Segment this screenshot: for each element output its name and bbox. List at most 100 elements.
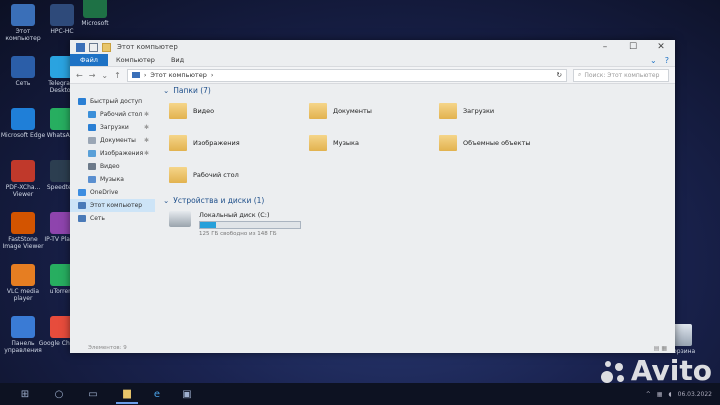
close-button[interactable]: ✕ (647, 42, 675, 52)
nav-item[interactable]: Рабочий стол ✱ (70, 108, 155, 121)
pin-icon[interactable]: ✱ (144, 124, 149, 131)
nav-item[interactable]: Этот компьютер (70, 199, 155, 212)
nav-item-label: Быстрый доступ (90, 98, 143, 105)
folder-label: Музыка (333, 139, 359, 147)
search-icon: ⌕ (578, 71, 582, 78)
folder-item[interactable]: Объемные объекты (439, 131, 569, 155)
folder-item[interactable]: Музыка (309, 131, 439, 155)
app-icon (11, 56, 35, 78)
app-icon (11, 108, 35, 130)
network-icon[interactable]: ▦ (657, 391, 663, 398)
nav-item-icon (88, 111, 96, 118)
folder-icon (439, 135, 457, 151)
nav-item-label: OneDrive (90, 189, 119, 196)
nav-item[interactable]: Загрузки ✱ (70, 121, 155, 134)
breadcrumb[interactable]: Этот компьютер (150, 71, 206, 79)
computer-icon (131, 72, 140, 78)
nav-item-label: Загрузки (100, 124, 129, 131)
store-icon[interactable]: ▣ (176, 385, 198, 403)
ribbon-tabs: Файл Компьютер Вид ⌄ ? (70, 54, 675, 66)
minimize-button[interactable]: – (591, 42, 619, 52)
folder-icon (169, 135, 187, 151)
folder-label: Объемные объекты (463, 139, 531, 147)
drive-free-text: 125 ГБ свободно из 148 ГБ (199, 231, 277, 237)
recent-chevron-icon[interactable]: ⌄ (101, 71, 108, 80)
system-tray: ^ ▦ ◖ 06.03.2022 (646, 391, 720, 398)
forward-arrow-icon[interactable]: → (89, 71, 96, 80)
hard-drive-icon (169, 211, 191, 227)
nav-item-label: Рабочий стол (100, 111, 143, 118)
folder-item[interactable]: Видео (169, 99, 309, 123)
pin-icon[interactable]: ✱ (144, 111, 149, 118)
start-windows-icon[interactable]: ⊞ (14, 385, 36, 403)
nav-item[interactable]: Музыка (70, 173, 155, 186)
computer-icon[interactable] (76, 42, 85, 52)
properties-icon[interactable] (89, 42, 98, 52)
drive-usage-bar (199, 221, 301, 229)
maximize-button[interactable]: ☐ (619, 42, 647, 52)
drive-c[interactable]: Локальный диск (C:) 125 ГБ свободно из 1… (163, 211, 675, 237)
address-field[interactable]: › Этот компьютер › ↻ (126, 68, 567, 82)
app-icon (83, 0, 107, 18)
trash-icon (672, 324, 692, 346)
nav-item-icon (78, 189, 86, 196)
nav-item[interactable]: Быстрый доступ (70, 95, 155, 108)
folders-section-header[interactable]: ⌄ Папки (7) (163, 83, 675, 97)
drive-usage-fill (200, 222, 216, 228)
tab-view[interactable]: Вид (163, 54, 192, 66)
tray-arrow-icon[interactable]: ^ (646, 391, 651, 398)
search-icon[interactable]: ○ (48, 385, 70, 403)
window-controls: – ☐ ✕ (591, 42, 675, 52)
folders-grid: Видео Документы Загрузки Изображения Музыка О… (163, 99, 675, 187)
nav-item[interactable]: Документы ✱ (70, 134, 155, 147)
folder-item[interactable]: Загрузки (439, 99, 569, 123)
nav-item[interactable]: Сеть (70, 212, 155, 225)
chevron-down-icon[interactable]: ⌄ (650, 56, 657, 65)
folder-label: Документы (333, 107, 372, 115)
explorer-window: Этот компьютер – ☐ ✕ Файл Компьютер Вид … (70, 40, 675, 353)
folder-label: Загрузки (463, 107, 495, 115)
task-view-icon[interactable]: ▭ (82, 385, 104, 403)
view-toggle-icons[interactable]: ▤ ▦ (654, 345, 667, 352)
content-pane: ⌄ Папки (7) Видео Документы Загрузки Изобра… (155, 83, 675, 343)
nav-item-icon (88, 137, 96, 144)
folder-item[interactable]: Рабочий стол (169, 163, 309, 187)
tray-date[interactable]: 06.03.2022 (678, 391, 712, 398)
desktop-shortcut[interactable]: Microsoft (70, 0, 120, 27)
breadcrumb-chevron-icon[interactable]: › (211, 71, 214, 79)
folder-icon (309, 135, 327, 151)
folders-header-label: Папки (7) (173, 85, 211, 95)
avito-watermark-logo: Avito (599, 354, 712, 387)
edge-icon[interactable]: e (146, 385, 168, 403)
desktop-shortcut-label: Microsoft (81, 20, 109, 27)
folder-icon (439, 103, 457, 119)
pin-icon[interactable]: ✱ (144, 150, 149, 157)
navigation-pane: Быстрый доступ Рабочий стол ✱ Загрузки ✱ Доку… (70, 83, 155, 343)
file-explorer-icon[interactable]: ▆ (116, 384, 138, 404)
tab-file[interactable]: Файл (70, 54, 108, 66)
app-icon (11, 4, 35, 26)
up-arrow-icon[interactable]: ↑ (114, 71, 121, 80)
nav-item[interactable]: OneDrive (70, 186, 155, 199)
devices-section-header[interactable]: ⌄ Устройства и диски (1) (163, 193, 675, 207)
title-bar: Этот компьютер – ☐ ✕ (70, 40, 675, 54)
nav-item-label: Этот компьютер (90, 202, 143, 209)
search-input[interactable]: ⌕ Поиск: Этот компьютер (573, 68, 669, 82)
folder-item[interactable]: Изображения (169, 131, 309, 155)
avito-text: Avito (630, 354, 712, 387)
nav-item-icon (88, 176, 96, 183)
help-icon[interactable]: ? (665, 56, 669, 65)
nav-item[interactable]: Изображения ✱ (70, 147, 155, 160)
refresh-icon[interactable]: ↻ (557, 71, 566, 79)
chevron-down-icon: ⌄ (163, 85, 170, 95)
nav-item[interactable]: Видео (70, 160, 155, 173)
app-icon (11, 212, 35, 234)
folder-label: Изображения (193, 139, 240, 147)
pin-icon[interactable]: ✱ (144, 137, 149, 144)
folder-item[interactable]: Документы (309, 99, 439, 123)
back-arrow-icon[interactable]: ← (76, 71, 83, 80)
new-folder-icon[interactable] (102, 42, 111, 52)
volume-icon[interactable]: ◖ (668, 391, 671, 398)
status-bar-count: Элементов: 9 (88, 345, 127, 351)
tab-computer[interactable]: Компьютер (108, 54, 163, 66)
